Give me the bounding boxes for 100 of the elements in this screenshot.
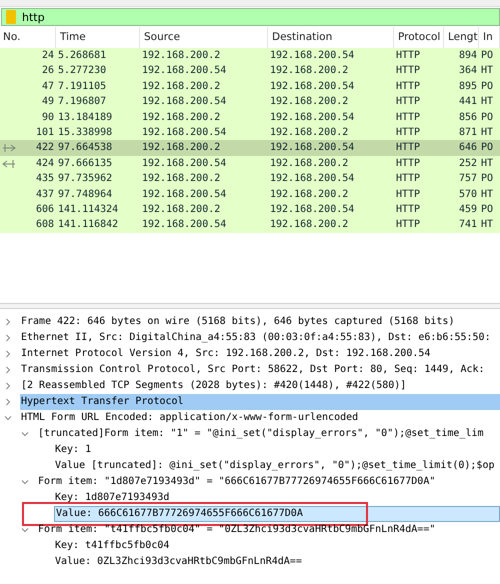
- length-cell: 252: [458, 158, 477, 169]
- protocol-cell: HTTP: [396, 126, 420, 138]
- number-cell: 101: [36, 126, 54, 138]
- tree-item[interactable]: Transmission Control Protocol, Src Port: 58622, Dst Port: 80, Seq: 1449, Ack:: [20, 362, 485, 378]
- number-cell: 49: [42, 96, 54, 108]
- source-cell: 192.168.200.54: [142, 96, 226, 108]
- tree-item[interactable]: Internet Protocol Version 4, Src: 192.168.200.2, Dst: 192.168.200.54: [20, 346, 430, 362]
- packet-row[interactable]: 437 97.748964 192.168.200.54 192.168.200.2 HTTP 570 HT: [0, 186, 500, 202]
- source-cell: 192.168.200.2: [142, 112, 220, 123]
- chevron-right-icon[interactable]: [4, 382, 12, 390]
- source-cell: 192.168.200.54: [142, 65, 226, 76]
- display-filter-field[interactable]: http: [1, 8, 500, 26]
- protocol-cell: HTTP: [396, 50, 420, 61]
- info-cell: HT: [481, 126, 494, 138]
- tree-item[interactable]: Frame 422: 646 bytes on wire (5168 bits), 646 bytes captured (5168 bits): [20, 314, 454, 330]
- info-cell: HT: [481, 65, 494, 76]
- tree-item[interactable]: Value: 0ZL3Zhci93d3cvaHRtbC9mbGFnLnR4dA==: [54, 554, 302, 570]
- source-cell: 192.168.200.2: [142, 80, 220, 92]
- destination-cell: 192.168.200.2: [270, 188, 348, 200]
- destination-cell: 192.168.200.2: [270, 158, 348, 169]
- tree-item[interactable]: Key: 1d807e7193493d: [54, 490, 170, 506]
- chevron-right-icon[interactable]: [4, 334, 12, 342]
- number-cell: 435: [36, 173, 54, 184]
- info-cell: PO: [481, 80, 494, 92]
- tree-item[interactable]: Value [truncated]: @ini_set("display_errors", "0");@set_time_limit(0);$op: [54, 458, 494, 474]
- chevron-right-icon[interactable]: [4, 366, 12, 374]
- packet-row[interactable]: 101 15.338998 192.168.200.54 192.168.200.2 HTTP 871 HT: [0, 124, 500, 140]
- packet-row[interactable]: 422 97.664538 192.168.200.2 192.168.200.54 HTTP 646 PO: [0, 140, 500, 156]
- info-cell: PO: [481, 112, 494, 123]
- packet-row[interactable]: 435 97.735962 192.168.200.2 192.168.200.54 HTTP 757 PO: [0, 171, 500, 187]
- chevron-down-icon[interactable]: [21, 526, 29, 534]
- protocol-cell: HTTP: [396, 173, 420, 184]
- tree-item[interactable]: Hypertext Transfer Protocol: [20, 394, 500, 410]
- info-cell: PO: [481, 142, 494, 154]
- packet-row[interactable]: 424 97.666135 192.168.200.54 192.168.200.2 HTTP 252 HT: [0, 156, 500, 172]
- destination-cell: 192.168.200.2: [270, 65, 348, 76]
- chevron-right-icon[interactable]: [4, 318, 12, 326]
- destination-cell: 192.168.200.2: [270, 96, 348, 108]
- number-cell: 608: [36, 219, 54, 230]
- chevron-right-icon[interactable]: [4, 398, 12, 406]
- tree-item[interactable]: [truncated]Form item: "1" = "@ini_set("display_errors", "0");@set_time_lim: [37, 426, 484, 442]
- chevron-right-icon[interactable]: [4, 350, 12, 358]
- source-cell: 192.168.200.54: [142, 188, 226, 200]
- time-cell: 97.748964: [58, 188, 112, 200]
- destination-cell: 192.168.200.54: [270, 204, 354, 215]
- tree-item[interactable]: Key: 1: [54, 442, 92, 458]
- number-cell: 424: [36, 158, 54, 169]
- protocol-cell: HTTP: [396, 158, 420, 169]
- number-cell: 47: [42, 80, 54, 92]
- packet-row[interactable]: 49 7.196807 192.168.200.54 192.168.200.2 HTTP 441 HT: [0, 94, 500, 110]
- packet-row[interactable]: 26 5.277230 192.168.200.54 192.168.200.2 HTTP 364 HT: [0, 63, 500, 79]
- length-cell: 757: [458, 173, 477, 184]
- time-cell: 141.116842: [58, 219, 118, 230]
- right-arrow-icon: [2, 143, 16, 154]
- tree-item[interactable]: HTML Form URL Encoded: application/x-www-form-urlencoded: [20, 410, 358, 426]
- packet-row[interactable]: 608 141.116842 192.168.200.54 192.168.200.2 HTTP 741 HT: [0, 217, 500, 233]
- chevron-down-icon[interactable]: [4, 414, 12, 422]
- source-cell: 192.168.200.54: [142, 158, 226, 169]
- packet-row[interactable]: 90 13.184189 192.168.200.2 192.168.200.54 HTTP 856 PO: [0, 110, 500, 125]
- tree-item[interactable]: Value: 666C61677B77726974655F666C61677D0A: [54, 506, 500, 522]
- tree-item[interactable]: Key: t41ffbc5fb0c04: [54, 538, 170, 554]
- time-cell: 15.338998: [58, 126, 112, 138]
- length-cell: 856: [458, 112, 477, 123]
- time-cell: 97.666135: [58, 158, 112, 169]
- number-cell: 437: [36, 188, 54, 200]
- tree-item[interactable]: Ethernet II, Src: DigitalChina_a4:55:83 (00:03:0f:a4:55:83), Dst: e6:b6:55:50:: [20, 330, 491, 346]
- time-cell: 97.664538: [58, 142, 112, 154]
- time-cell: 7.196807: [58, 96, 106, 108]
- destination-cell: 192.168.200.2: [270, 126, 348, 138]
- number-cell: 24: [42, 50, 54, 61]
- length-cell: 364: [458, 65, 477, 76]
- packet-row[interactable]: 47 7.191105 192.168.200.2 192.168.200.54 HTTP 895 PO: [0, 78, 500, 94]
- destination-cell: 192.168.200.2: [270, 219, 348, 230]
- info-cell: PO: [481, 50, 494, 61]
- tree-item[interactable]: Form item: "t41ffbc5fb0c04" = "0ZL3Zhci93d3cvaHRtbC9mbGFnLnR4dA==": [37, 522, 436, 538]
- time-cell: 97.735962: [58, 173, 112, 184]
- chevron-down-icon[interactable]: [21, 430, 29, 438]
- number-cell: 26: [42, 65, 54, 76]
- packet-row[interactable]: 606 141.114324 192.168.200.2 192.168.200.54 HTTP 459 PO: [0, 202, 500, 218]
- info-cell: HT: [481, 219, 494, 230]
- protocol-cell: HTTP: [396, 188, 420, 200]
- tree-item[interactable]: [2 Reassembled TCP Segments (2028 bytes): #420(1448), #422(580)]: [20, 378, 406, 394]
- info-cell: PO: [481, 204, 494, 215]
- packet-row[interactable]: 24 5.268681 192.168.200.2 192.168.200.54 HTTP 894 PO: [0, 48, 500, 64]
- length-cell: 646: [458, 142, 477, 154]
- time-cell: 7.191105: [58, 80, 106, 92]
- destination-cell: 192.168.200.54: [270, 142, 354, 154]
- protocol-cell: HTTP: [396, 112, 420, 123]
- protocol-cell: HTTP: [396, 219, 420, 230]
- source-cell: 192.168.200.2: [142, 204, 220, 215]
- length-cell: 895: [458, 80, 477, 92]
- info-cell: HT: [481, 158, 494, 169]
- number-cell: 90: [42, 112, 54, 123]
- tree-item[interactable]: Form item: "1d807e7193493d" = "666C61677B77726974655F666C61677D0A": [37, 474, 436, 490]
- number-cell: 606: [36, 204, 54, 215]
- chevron-down-icon[interactable]: [21, 478, 29, 486]
- length-cell: 894: [458, 50, 477, 61]
- time-cell: 5.277230: [58, 65, 106, 76]
- length-cell: 741: [458, 219, 477, 230]
- time-cell: 141.114324: [58, 204, 118, 215]
